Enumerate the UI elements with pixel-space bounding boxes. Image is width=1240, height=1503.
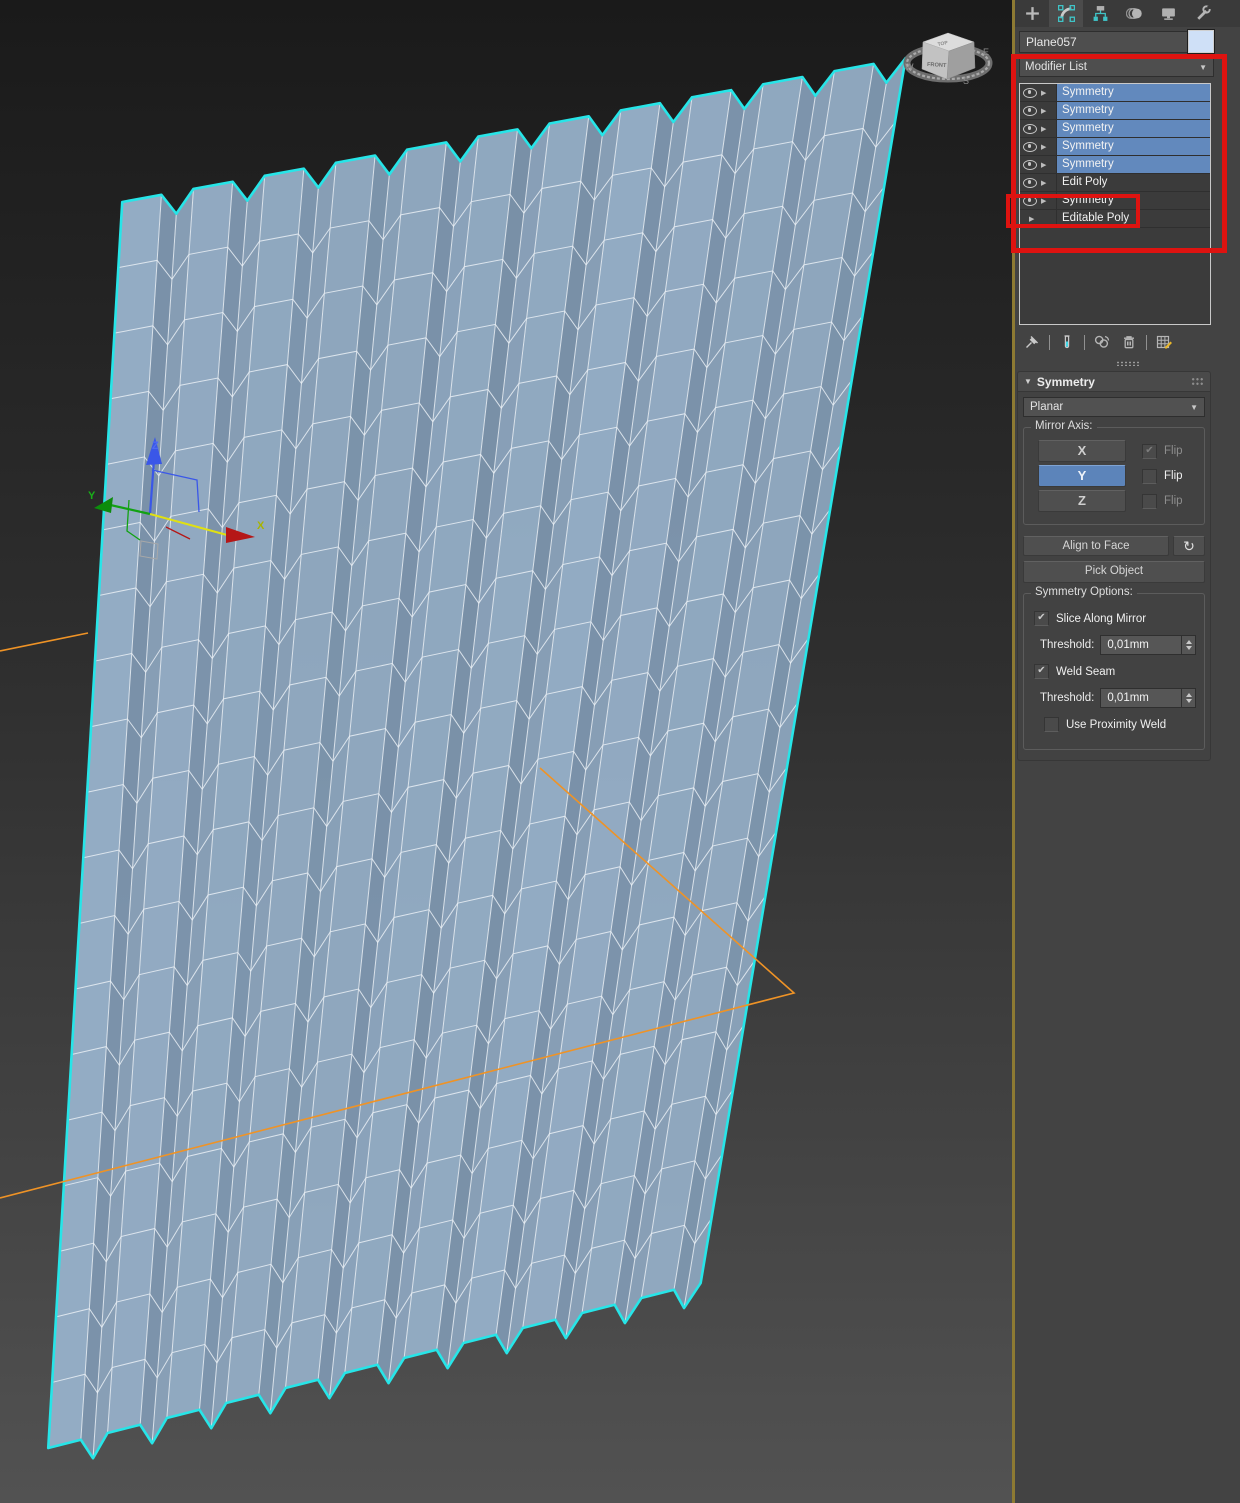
flip-y-label: Flip xyxy=(1164,470,1183,482)
threshold-spinner[interactable]: 0,01mm xyxy=(1100,635,1196,655)
align-to-face-button[interactable]: Align to Face xyxy=(1023,536,1169,556)
axis-y-button[interactable]: Y xyxy=(1038,465,1126,487)
svg-text:X: X xyxy=(257,520,265,532)
symmetry-type-value: Planar xyxy=(1030,401,1063,413)
rollout-grip-icon[interactable] xyxy=(1191,377,1204,386)
flip-x-label: Flip xyxy=(1164,445,1183,457)
symmetry-rollout-header[interactable]: ▼ Symmetry xyxy=(1017,371,1211,392)
command-panel-tabs xyxy=(1015,0,1240,27)
rotate-circular-arrows-icon[interactable]: ↻ xyxy=(1173,536,1205,556)
symmetry-type-dropdown[interactable]: Planar ▼ xyxy=(1023,397,1205,417)
chevron-down-icon: ▼ xyxy=(1190,403,1198,412)
use-proximity-weld-label: Use Proximity Weld xyxy=(1066,719,1166,731)
pick-object-button[interactable]: Pick Object xyxy=(1023,561,1205,583)
slice-along-mirror-label: Slice Along Mirror xyxy=(1056,613,1146,625)
tab-create[interactable] xyxy=(1015,0,1049,27)
svg-text:S: S xyxy=(963,76,969,86)
utilities-wrench-icon xyxy=(1194,5,1211,22)
annotation-rectangle-small xyxy=(1006,194,1140,228)
mirror-axis-label: Mirror Axis: xyxy=(1031,420,1097,432)
rollout-collapse-icon: ▼ xyxy=(1024,377,1032,386)
svg-text:Y: Y xyxy=(88,490,96,502)
flip-y-checkbox[interactable] xyxy=(1142,469,1157,484)
symmetry-options-group: Symmetry Options: Slice Along Mirror Thr… xyxy=(1023,593,1205,750)
modifier-stack-toolbar xyxy=(1019,329,1211,355)
panel-resize-handle[interactable] xyxy=(1015,361,1240,366)
toolbar-separator xyxy=(1049,335,1050,350)
symmetry-rollout: ▼ Symmetry Planar ▼ Mirror Axis: X Flip … xyxy=(1017,371,1211,761)
remove-modifier-icon[interactable] xyxy=(1121,334,1137,350)
motion-icon xyxy=(1126,5,1143,22)
flip-z-label: Flip xyxy=(1164,495,1183,507)
configure-modifier-sets-icon[interactable] xyxy=(1156,334,1173,350)
object-color-swatch[interactable] xyxy=(1187,29,1215,54)
spinner-arrows-icon[interactable] xyxy=(1181,636,1195,654)
tab-motion[interactable] xyxy=(1117,0,1151,27)
spinner-arrows-icon[interactable] xyxy=(1181,689,1195,707)
toolbar-separator xyxy=(1146,335,1147,350)
make-unique-icon[interactable] xyxy=(1094,334,1111,350)
threshold-label: Threshold: xyxy=(1040,639,1094,651)
hierarchy-icon xyxy=(1092,5,1109,22)
symmetry-options-label: Symmetry Options: xyxy=(1031,586,1137,598)
use-proximity-weld-checkbox[interactable] xyxy=(1044,717,1059,732)
threshold-spinner[interactable]: 0,01mm xyxy=(1100,688,1196,708)
viewport-3d[interactable]: ZYXFRONTTOPWSE xyxy=(0,0,1012,1503)
tab-utilities[interactable] xyxy=(1185,0,1219,27)
axis-z-button[interactable]: Z xyxy=(1038,490,1126,512)
show-end-result-icon[interactable] xyxy=(1059,334,1075,350)
flip-z-checkbox[interactable] xyxy=(1142,494,1157,509)
create-plus-icon xyxy=(1024,5,1041,22)
threshold-value: 0,01mm xyxy=(1101,639,1181,651)
svg-text:FRONT: FRONT xyxy=(927,62,947,69)
tab-display[interactable] xyxy=(1151,0,1185,27)
threshold-value: 0,01mm xyxy=(1101,692,1181,704)
svg-text:W: W xyxy=(905,62,914,72)
object-name-input[interactable]: Plane057 xyxy=(1019,31,1189,53)
weld-seam-label: Weld Seam xyxy=(1056,666,1115,678)
rollout-title: Symmetry xyxy=(1037,375,1095,389)
display-icon xyxy=(1160,5,1177,22)
svg-text:E: E xyxy=(983,47,989,57)
tab-modify[interactable] xyxy=(1049,0,1083,27)
axis-x-button[interactable]: X xyxy=(1038,440,1126,462)
modify-icon xyxy=(1058,5,1075,22)
threshold-label: Threshold: xyxy=(1040,692,1094,704)
toolbar-separator xyxy=(1084,335,1085,350)
slice-along-mirror-checkbox[interactable] xyxy=(1034,611,1049,626)
tab-hierarchy[interactable] xyxy=(1083,0,1117,27)
weld-seam-checkbox[interactable] xyxy=(1034,664,1049,679)
flip-x-checkbox[interactable] xyxy=(1142,444,1157,459)
svg-text:Z: Z xyxy=(152,440,159,452)
pin-stack-icon[interactable] xyxy=(1024,334,1040,350)
mirror-axis-group: Mirror Axis: X Flip Y Flip Z Flip xyxy=(1023,427,1205,525)
